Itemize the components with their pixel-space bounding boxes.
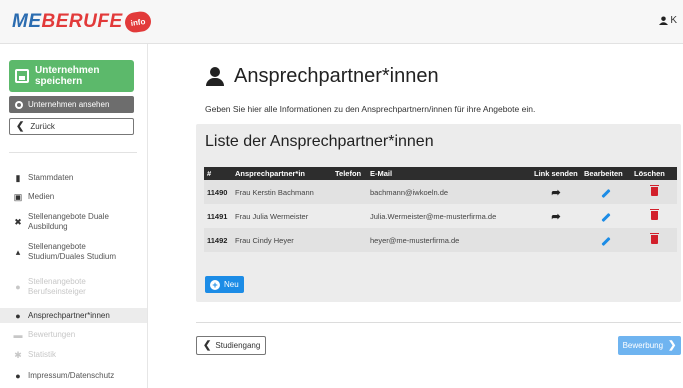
chart-icon: ✱ (14, 350, 22, 360)
column-header-send: Link senden (531, 167, 581, 180)
person-icon: ● (15, 310, 21, 321)
cell-email: heyer@me-musterfirma.de (367, 228, 531, 252)
next-step-button[interactable]: Bewerbung ❯ (618, 336, 681, 355)
user-icon (659, 16, 669, 25)
page-title: Ansprechpartner*innen (206, 65, 439, 88)
sidebar-item-label: Stammdaten (28, 173, 74, 182)
sidebar-item-bewertungen[interactable]: ▬ Bewertungen (0, 328, 147, 342)
card-title: Liste der Ansprechpartner*innen (205, 133, 434, 150)
logo-text: MEBERUFE (12, 11, 123, 32)
column-header-delete: Löschen (631, 167, 677, 180)
sidebar-item-label: Statistik (28, 350, 57, 359)
divider (9, 152, 137, 153)
cell-name: Frau Julia Wermeister (232, 204, 332, 228)
top-bar: MEBERUFE info K (0, 0, 683, 44)
send-link-icon[interactable]: ➦ (551, 211, 560, 223)
sidebar-item-label: Stellenangebote Berufseinsteiger (28, 277, 86, 296)
logo[interactable]: MEBERUFE info (12, 10, 152, 34)
contacts-table: # Ansprechpartner*in Telefon E-Mail Link… (204, 167, 677, 252)
delete-icon[interactable] (649, 232, 659, 244)
building-icon: ▮ (15, 173, 21, 183)
sidebar-item-label: Bewertungen (28, 330, 76, 339)
divider (196, 322, 681, 323)
cell-phone (332, 180, 367, 204)
tools-icon: ✖ (14, 217, 22, 227)
graduation-icon: ▴ (15, 247, 21, 257)
sidebar-item-impressum[interactable]: ● Impressum/Datenschutz (0, 369, 147, 383)
previous-step-label: Studiengang (215, 341, 261, 350)
delete-icon[interactable] (649, 208, 659, 220)
sidebar-item-medien[interactable]: ▣ Medien (0, 190, 147, 204)
table-row: 11490 Frau Kerstin Bachmann bachmann@iwk… (204, 180, 677, 204)
delete-icon[interactable] (649, 184, 659, 196)
table-row: 11492 Frau Cindy Heyer heyer@me-musterfi… (204, 228, 677, 252)
chevron-left-icon: ❮ (16, 121, 25, 132)
person-icon (206, 66, 224, 87)
sidebar-item-label: Ansprechpartner*innen (28, 310, 110, 320)
contact-list-card: Liste der Ansprechpartner*innen # Anspre… (196, 124, 681, 302)
sidebar: Unternehmen speichern Unternehmen ansehe… (0, 44, 148, 388)
images-icon: ▣ (13, 192, 23, 202)
sidebar-item-label: Medien (28, 192, 55, 201)
cell-phone (332, 228, 367, 252)
users-icon: ● (15, 282, 21, 292)
chevron-left-icon: ❮ (203, 340, 212, 351)
edit-icon[interactable] (601, 188, 611, 198)
column-header-edit: Bearbeiten (581, 167, 631, 180)
sidebar-item-ansprechpartner[interactable]: ● Ansprechpartner*innen (0, 308, 147, 323)
info-icon: ● (15, 371, 21, 381)
column-header-email: E-Mail (367, 167, 531, 180)
logo-badge: info (123, 10, 152, 34)
table-row: 11491 Frau Julia Wermeister Julia.Wermei… (204, 204, 677, 228)
user-menu[interactable]: K (659, 15, 677, 26)
edit-icon[interactable] (601, 212, 611, 222)
sidebar-item-studium[interactable]: ▴ Stellenangebote Studium/Duales Studium (0, 240, 147, 264)
edit-icon[interactable] (601, 236, 611, 246)
back-button[interactable]: ❮ Zurück (9, 118, 134, 135)
add-contact-label: Neu (224, 280, 239, 289)
cell-email: Julia.Wermeister@me-musterfirma.de (367, 204, 531, 228)
back-label: Zurück (30, 122, 55, 131)
eye-icon (15, 100, 23, 109)
user-initial: K (670, 15, 677, 26)
view-company-button[interactable]: Unternehmen ansehen (9, 96, 134, 113)
table-header-row: # Ansprechpartner*in Telefon E-Mail Link… (204, 167, 677, 180)
cell-id: 11491 (204, 204, 232, 228)
cell-id: 11490 (204, 180, 232, 204)
cell-name: Frau Kerstin Bachmann (232, 180, 332, 204)
plus-icon: + (210, 279, 220, 290)
column-header-name: Ansprechpartner*in (232, 167, 332, 180)
cell-id: 11492 (204, 228, 232, 252)
send-link-icon[interactable]: ➦ (551, 187, 560, 199)
save-company-label: Unternehmen speichern (35, 65, 100, 87)
column-header-id: # (204, 167, 232, 180)
cell-phone (332, 204, 367, 228)
previous-step-button[interactable]: ❮ Studiengang (196, 336, 266, 355)
comment-icon: ▬ (13, 330, 23, 340)
sidebar-item-statistik[interactable]: ✱ Statistik (0, 348, 147, 362)
save-company-button[interactable]: Unternehmen speichern (9, 60, 134, 92)
save-icon (15, 69, 29, 83)
sidebar-item-label: Stellenangebote Duale Ausbildung (28, 212, 109, 231)
sidebar-item-label: Stellenangebote Studium/Duales Studium (28, 242, 117, 261)
intro-text: Geben Sie hier alle Informationen zu den… (205, 104, 536, 114)
view-company-label: Unternehmen ansehen (28, 100, 110, 109)
cell-email: bachmann@iwkoeln.de (367, 180, 531, 204)
sidebar-item-berufseinsteiger[interactable]: ● Stellenangebote Berufseinsteiger (0, 275, 147, 299)
cell-name: Frau Cindy Heyer (232, 228, 332, 252)
sidebar-item-duale-ausbildung[interactable]: ✖ Stellenangebote Duale Ausbildung (0, 210, 147, 234)
chevron-right-icon: ❯ (668, 340, 677, 351)
add-contact-button[interactable]: + Neu (205, 276, 244, 293)
sidebar-item-label: Impressum/Datenschutz (28, 371, 115, 380)
column-header-phone: Telefon (332, 167, 367, 180)
next-step-label: Bewerbung (622, 341, 664, 350)
page-title-text: Ansprechpartner*innen (234, 65, 439, 87)
sidebar-item-stammdaten[interactable]: ▮ Stammdaten (0, 171, 147, 185)
